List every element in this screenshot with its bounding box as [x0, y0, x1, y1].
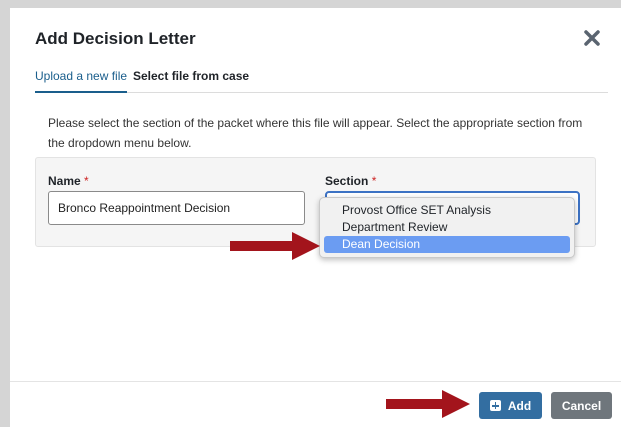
- annotation-arrow-add-icon: [386, 390, 470, 418]
- tab-bar: Upload a new file Select file from case: [35, 65, 608, 93]
- name-input[interactable]: [48, 191, 305, 225]
- tab-upload-new-file[interactable]: Upload a new file: [35, 68, 128, 93]
- instructions-text: Please select the section of the packet …: [48, 116, 583, 150]
- tab-select-file-from-case[interactable]: Select file from case: [133, 68, 249, 92]
- section-label-text: Section: [325, 174, 369, 188]
- section-required-marker: *: [371, 174, 377, 188]
- add-button[interactable]: Add: [479, 392, 542, 419]
- section-label: Section *: [325, 174, 376, 188]
- backdrop-top: [0, 0, 621, 8]
- dropdown-option-dean-decision[interactable]: Dean Decision: [324, 236, 570, 253]
- dropdown-option-department-review[interactable]: Department Review: [324, 219, 570, 236]
- add-decision-letter-modal: Add Decision Letter Upload a new file Se…: [10, 8, 621, 427]
- close-icon[interactable]: [583, 29, 601, 47]
- name-label-text: Name: [48, 174, 81, 188]
- modal-title: Add Decision Letter: [35, 29, 196, 48]
- annotation-arrow-dropdown-icon: [230, 232, 320, 260]
- cancel-button[interactable]: Cancel: [551, 392, 612, 419]
- name-label: Name *: [48, 174, 89, 188]
- name-required-marker: *: [84, 174, 89, 188]
- add-button-label: Add: [507, 398, 532, 413]
- dropdown-option-provost-office-set-analysis[interactable]: Provost Office SET Analysis: [324, 202, 570, 219]
- plus-square-icon: [489, 400, 501, 411]
- section-dropdown-menu: Provost Office SET Analysis Department R…: [319, 197, 575, 258]
- backdrop-left: [0, 0, 10, 427]
